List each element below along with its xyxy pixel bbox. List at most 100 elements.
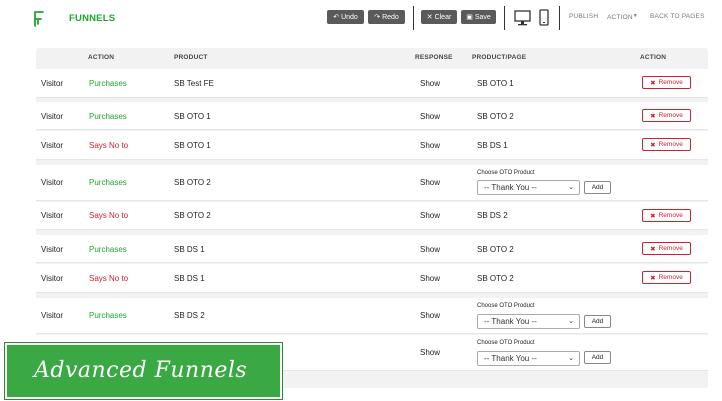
product-page-cell: SB OTO 2 bbox=[477, 112, 514, 121]
back-to-pages-link[interactable]: BACK TO PAGES bbox=[650, 13, 705, 20]
remove-label: Remove bbox=[658, 141, 683, 148]
x-icon: ✖ bbox=[650, 79, 656, 87]
visitor-label: Visitor bbox=[41, 141, 64, 150]
visitor-label: Visitor bbox=[41, 112, 64, 121]
action-cell: Purchases bbox=[89, 112, 127, 121]
desktop-view-icon[interactable] bbox=[514, 10, 531, 26]
select-value: -- Thank You -- bbox=[484, 354, 537, 363]
action-cell: Purchases bbox=[89, 311, 127, 320]
x-icon: ✖ bbox=[650, 245, 656, 253]
visitor-label: Visitor bbox=[41, 211, 64, 220]
response-cell: Show bbox=[420, 178, 441, 187]
close-icon: ✕ bbox=[426, 14, 433, 21]
remove-label: Remove bbox=[658, 245, 683, 252]
visitor-label: Visitor bbox=[41, 311, 64, 320]
oto-product-select[interactable]: -- Thank You -- ⌄ bbox=[477, 314, 580, 329]
remove-label: Remove bbox=[658, 212, 683, 219]
table-row: Visitor Says No to SB DS 1 Show SB OTO 2… bbox=[36, 264, 708, 293]
remove-label: Remove bbox=[658, 79, 683, 86]
mobile-view-icon[interactable] bbox=[539, 9, 549, 26]
table-row: Visitor Purchases SB OTO 1 Show SB OTO 2… bbox=[36, 102, 708, 130]
x-icon: ✖ bbox=[650, 141, 656, 149]
product-cell: SB DS 1 bbox=[174, 245, 205, 254]
table-row: Visitor Purchases SB DS 2 Show Choose OT… bbox=[36, 298, 708, 334]
action-dropdown[interactable]: ACTION▼ bbox=[607, 13, 638, 21]
response-cell: Show bbox=[420, 348, 441, 357]
response-cell: Show bbox=[420, 211, 441, 220]
divider bbox=[504, 6, 505, 30]
header-action: ACTION bbox=[88, 54, 115, 61]
header-product-page: PRODUCT/PAGE bbox=[472, 54, 527, 61]
chevron-down-icon: ⌄ bbox=[568, 318, 574, 325]
response-cell: Show bbox=[420, 141, 441, 150]
response-cell: Show bbox=[420, 274, 441, 283]
product-page-cell: SB DS 2 bbox=[477, 211, 508, 220]
remove-button[interactable]: ✖ Remove bbox=[642, 138, 691, 151]
oto-product-select[interactable]: -- Thank You -- ⌄ bbox=[477, 351, 580, 366]
table-row: Visitor Says No to SB OTO 2 Show SB DS 2… bbox=[36, 202, 708, 230]
product-page-cell: SB OTO 1 bbox=[477, 79, 514, 88]
chevron-down-icon: ⌄ bbox=[568, 184, 574, 191]
action-cell: Says No to bbox=[89, 274, 129, 283]
table-row: Visitor Purchases SB Test FE Show SB OTO… bbox=[36, 69, 708, 98]
caret-down-icon: ▼ bbox=[632, 13, 638, 19]
choose-oto-label: Choose OTO Product bbox=[477, 170, 535, 176]
add-button[interactable]: Add bbox=[584, 181, 611, 194]
advanced-funnels-banner: Advanced Funnels bbox=[5, 343, 282, 399]
product-cell: SB OTO 2 bbox=[174, 178, 211, 187]
table-row: Visitor Purchases SB DS 1 Show SB OTO 2 … bbox=[36, 235, 708, 263]
header-action-2: ACTION bbox=[640, 54, 667, 61]
remove-label: Remove bbox=[658, 112, 683, 119]
funnel-logo-icon bbox=[34, 11, 44, 27]
add-button[interactable]: Add bbox=[584, 351, 611, 364]
oto-product-select[interactable]: -- Thank You -- ⌄ bbox=[477, 180, 580, 195]
app-title: FUNNELS bbox=[69, 13, 116, 24]
redo-button[interactable]: ↷ Redo bbox=[368, 10, 405, 24]
clear-button[interactable]: ✕ Clear bbox=[421, 10, 457, 24]
response-cell: Show bbox=[420, 311, 441, 320]
add-button[interactable]: Add bbox=[584, 315, 611, 328]
remove-button[interactable]: ✖ Remove bbox=[642, 109, 691, 122]
response-cell: Show bbox=[420, 79, 441, 88]
divider bbox=[413, 6, 414, 30]
choose-oto-label: Choose OTO Product bbox=[477, 303, 535, 309]
header-product: PRODUCT bbox=[174, 54, 208, 61]
action-cell: Purchases bbox=[89, 79, 127, 88]
undo-icon: ↶ bbox=[333, 14, 340, 21]
remove-button[interactable]: ✖ Remove bbox=[642, 209, 691, 222]
table-row: Visitor Says No to SB OTO 1 Show SB DS 1… bbox=[36, 131, 708, 160]
save-label: Save bbox=[474, 13, 491, 21]
redo-icon: ↷ bbox=[374, 14, 381, 21]
remove-button[interactable]: ✖ Remove bbox=[642, 242, 691, 255]
chevron-down-icon: ⌄ bbox=[568, 355, 574, 362]
product-cell: SB Test FE bbox=[174, 79, 214, 88]
save-button[interactable]: ▣ Save bbox=[461, 10, 496, 24]
undo-label: Undo bbox=[341, 13, 358, 21]
action-label: ACTION bbox=[607, 14, 633, 21]
visitor-label: Visitor bbox=[41, 79, 64, 88]
action-cell: Purchases bbox=[89, 245, 127, 254]
action-cell: Purchases bbox=[89, 178, 127, 187]
product-cell: SB OTO 1 bbox=[174, 112, 211, 121]
x-icon: ✖ bbox=[650, 112, 656, 120]
undo-button[interactable]: ↶ Undo bbox=[327, 10, 364, 24]
redo-label: Redo bbox=[382, 13, 399, 21]
select-value: -- Thank You -- bbox=[484, 183, 537, 192]
remove-button[interactable]: ✖ Remove bbox=[642, 76, 691, 89]
table-row: Visitor Purchases SB OTO 2 Show Choose O… bbox=[36, 165, 708, 201]
product-page-cell: SB OTO 2 bbox=[477, 245, 514, 254]
remove-button[interactable]: ✖ Remove bbox=[642, 271, 691, 284]
visitor-label: Visitor bbox=[41, 274, 64, 283]
publish-link[interactable]: PUBLISH bbox=[569, 13, 598, 20]
top-bar: FUNNELS ↶ Undo ↷ Redo ✕ Clear ▣ Save PUBLISH… bbox=[0, 0, 722, 38]
save-icon: ▣ bbox=[466, 14, 473, 21]
remove-label: Remove bbox=[658, 274, 683, 281]
product-page-cell: SB DS 1 bbox=[477, 141, 508, 150]
action-cell: Says No to bbox=[89, 211, 129, 220]
action-cell: Says No to bbox=[89, 141, 129, 150]
product-page-cell: SB OTO 2 bbox=[477, 274, 514, 283]
clear-label: Clear bbox=[434, 13, 452, 21]
response-cell: Show bbox=[420, 245, 441, 254]
banner-title: Advanced Funnels bbox=[34, 358, 248, 383]
product-cell: SB OTO 1 bbox=[174, 141, 211, 150]
